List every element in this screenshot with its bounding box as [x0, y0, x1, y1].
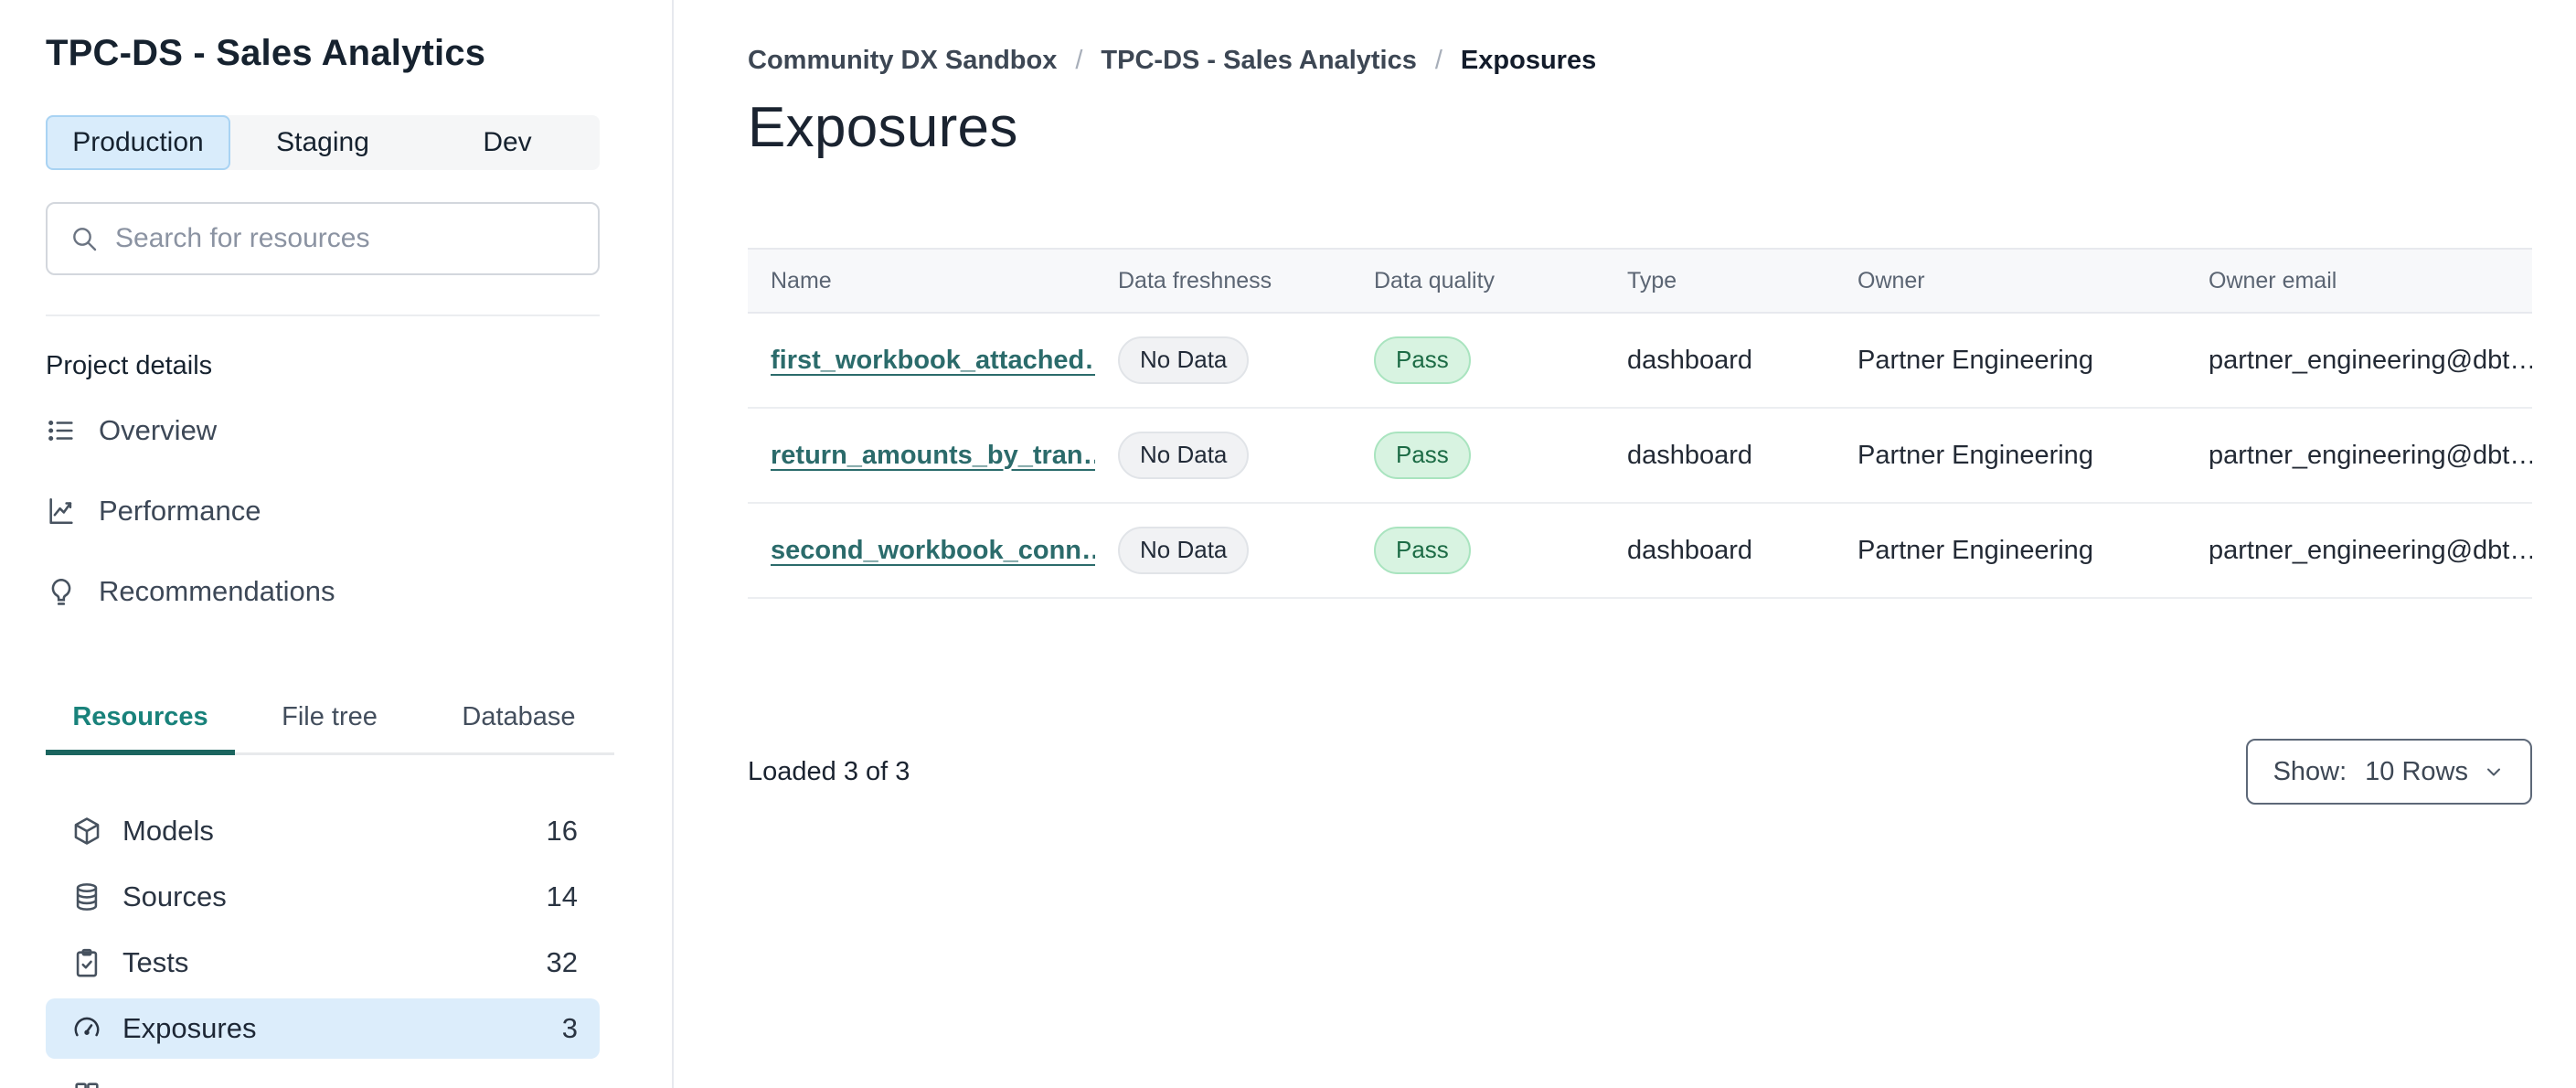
- project-title: TPC-DS - Sales Analytics: [46, 33, 486, 73]
- tab-file-tree[interactable]: File tree: [235, 688, 424, 752]
- tab-database-label: Database: [462, 702, 576, 731]
- app-window: TPC-DS - Sales Analytics Production Stag…: [0, 0, 2576, 1088]
- search-box: [46, 202, 600, 275]
- breadcrumb-project[interactable]: TPC-DS - Sales Analytics: [1101, 46, 1416, 76]
- sidebar-divider: [46, 315, 600, 316]
- column-header-name: Name: [771, 267, 832, 293]
- breadcrumb-account[interactable]: Community DX Sandbox: [748, 46, 1057, 76]
- resource-item-models[interactable]: Models 16: [46, 801, 600, 861]
- resource-item-partial[interactable]: [46, 1064, 600, 1088]
- type-cell: dashboard: [1627, 440, 1753, 470]
- project-nav: Overview Performance Recommendations: [46, 402, 600, 644]
- resource-item-tests-label: Tests: [122, 946, 189, 978]
- sidebar: TPC-DS - Sales Analytics Production Stag…: [0, 0, 674, 1088]
- tab-file-tree-label: File tree: [282, 702, 378, 731]
- list-icon: [48, 420, 73, 442]
- freshness-badge: No Data: [1118, 527, 1250, 574]
- exposure-link[interactable]: second_workbook_conn…: [771, 536, 1095, 565]
- main-content: Community DX Sandbox / TPC-DS - Sales An…: [674, 0, 2576, 1088]
- breadcrumb-current: Exposures: [1460, 46, 1597, 75]
- tab-production[interactable]: Production: [46, 115, 230, 170]
- chart-line-icon: [49, 497, 73, 525]
- lightbulb-icon: [51, 578, 71, 605]
- type-cell: dashboard: [1627, 345, 1753, 375]
- tab-production-label: Production: [72, 127, 204, 157]
- environment-tabs: Production Staging Dev: [46, 115, 600, 170]
- tab-staging-label: Staging: [276, 127, 369, 157]
- table-row: second_workbook_conn… No Data Pass dashb…: [748, 504, 2532, 599]
- owner-cell: Partner Engineering: [1857, 345, 2093, 375]
- freshness-badge: No Data: [1118, 432, 1250, 479]
- exposure-link[interactable]: first_workbook_attached…: [771, 346, 1095, 375]
- resource-item-exposures-label: Exposures: [122, 1012, 257, 1044]
- page-title: Exposures: [748, 96, 1018, 159]
- column-header-type: Type: [1627, 267, 1677, 293]
- database-icon: [76, 883, 98, 911]
- grid-icon: [75, 1083, 99, 1088]
- table-row: return_amounts_by_tran… No Data Pass das…: [748, 409, 2532, 504]
- table-header-row: Name Data freshness Data quality Type Ow…: [748, 248, 2532, 314]
- nav-item-overview-label: Overview: [99, 414, 218, 446]
- clipboard-check-icon: [76, 948, 98, 977]
- resource-list: Models 16 Sources 14 Tests 32 Exposures …: [46, 801, 600, 1088]
- owner-email-cell: partner_engineering@dbt…: [2209, 440, 2532, 470]
- resource-item-exposures[interactable]: Exposures 3: [46, 998, 600, 1059]
- project-details-label: Project details: [46, 351, 213, 380]
- tab-resources-label: Resources: [72, 702, 208, 731]
- nav-item-recommendations[interactable]: Recommendations: [46, 563, 600, 620]
- column-header-data-freshness: Data freshness: [1118, 267, 1272, 293]
- cube-icon: [74, 817, 100, 845]
- show-label: Show:: [2273, 756, 2347, 786]
- tab-resources[interactable]: Resources: [46, 688, 235, 755]
- tab-database[interactable]: Database: [424, 688, 613, 752]
- nav-item-performance[interactable]: Performance: [46, 483, 600, 539]
- search-icon: [73, 228, 97, 251]
- breadcrumb-separator: /: [1434, 46, 1442, 75]
- tab-staging[interactable]: Staging: [230, 115, 415, 170]
- resource-item-exposures-count: 3: [561, 1012, 578, 1044]
- resource-item-sources-label: Sources: [122, 880, 227, 912]
- exposures-table: Name Data freshness Data quality Type Ow…: [748, 248, 2532, 599]
- breadcrumb: Community DX Sandbox / TPC-DS - Sales An…: [748, 46, 1596, 76]
- freshness-badge: No Data: [1118, 336, 1250, 384]
- owner-email-cell: partner_engineering@dbt…: [2209, 345, 2532, 375]
- resource-item-models-label: Models: [122, 815, 214, 847]
- table-footer: Loaded 3 of 3 Show: 10 Rows: [748, 739, 2532, 805]
- column-header-owner-email: Owner email: [2209, 267, 2337, 293]
- resource-item-tests-count: 32: [546, 946, 578, 978]
- resource-item-tests[interactable]: Tests 32: [46, 933, 600, 993]
- quality-badge: Pass: [1374, 432, 1471, 479]
- tab-dev[interactable]: Dev: [415, 115, 600, 170]
- nav-item-recommendations-label: Recommendations: [99, 575, 335, 607]
- gauge-icon: [74, 1017, 100, 1037]
- nav-item-overview[interactable]: Overview: [46, 402, 600, 459]
- resource-view-tabs: Resources File tree Database: [46, 688, 614, 755]
- column-header-data-quality: Data quality: [1374, 267, 1496, 293]
- quality-badge: Pass: [1374, 527, 1471, 574]
- nav-item-performance-label: Performance: [99, 495, 261, 527]
- column-header-owner: Owner: [1857, 267, 1925, 293]
- type-cell: dashboard: [1627, 535, 1753, 565]
- search-input[interactable]: [115, 223, 576, 254]
- table-row: first_workbook_attached… No Data Pass da…: [748, 314, 2532, 409]
- tab-dev-label: Dev: [483, 127, 532, 157]
- chevron-down-icon: [2487, 768, 2500, 776]
- resource-item-sources[interactable]: Sources 14: [46, 867, 600, 927]
- owner-cell: Partner Engineering: [1857, 440, 2093, 470]
- resource-item-models-count: 16: [546, 815, 578, 847]
- resource-item-sources-count: 14: [546, 880, 578, 912]
- owner-email-cell: partner_engineering@dbt…: [2209, 535, 2532, 565]
- quality-badge: Pass: [1374, 336, 1471, 384]
- owner-cell: Partner Engineering: [1857, 535, 2093, 565]
- breadcrumb-separator: /: [1075, 46, 1083, 75]
- show-value: 10 Rows: [2365, 756, 2468, 786]
- exposure-link[interactable]: return_amounts_by_tran…: [771, 441, 1095, 470]
- rows-per-page-button[interactable]: Show: 10 Rows: [2245, 739, 2532, 805]
